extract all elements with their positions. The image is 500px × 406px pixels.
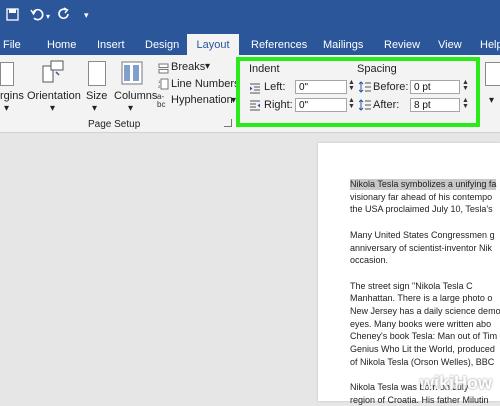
size-icon[interactable]	[88, 61, 106, 86]
spacing-before-icon	[358, 80, 371, 98]
tab-home[interactable]: Home	[47, 38, 76, 52]
document-line[interactable]: Manhattan. There is a large photo o	[350, 293, 492, 304]
tab-layout[interactable]: Layout	[187, 34, 239, 56]
spacing-after-icon	[358, 98, 371, 116]
undo-icon[interactable]	[30, 7, 44, 24]
document-line[interactable]: of Nikola Tesla (Orson Welles), BBC	[350, 357, 494, 368]
tab-view[interactable]: View	[438, 38, 462, 52]
tab-review[interactable]: Review	[384, 38, 420, 52]
breaks-button[interactable]: Breaks	[171, 61, 205, 74]
right-indent-icon	[249, 98, 261, 116]
document-line[interactable]: visionary far ahead of his contempo	[350, 192, 492, 203]
left-indent-input[interactable]: 0"	[295, 80, 347, 94]
right-indent-spinner-icon[interactable]: ▲ ▼	[348, 97, 355, 110]
breaks-dropdown-icon[interactable]: ▾	[205, 61, 210, 73]
hyphenation-icon: a-bc	[157, 92, 166, 109]
indent-header: Indent	[249, 63, 280, 75]
document-line[interactable]: New Jersey has a daily science demo	[350, 306, 500, 317]
spacing-header: Spacing	[357, 63, 397, 75]
undo-dropdown-icon[interactable]: ▾	[46, 9, 50, 24]
spacing-after-label: After:	[373, 99, 400, 111]
redo-icon[interactable]	[57, 7, 71, 24]
spacing-after-spinner-icon[interactable]: ▲ ▼	[462, 97, 469, 110]
document-line[interactable]: anniversary of scientist-inventor Nik	[350, 243, 492, 254]
size-button[interactable]: Size	[86, 90, 107, 103]
document-line[interactable]: Many United States Congressmen g	[350, 230, 495, 241]
columns-icon[interactable]	[121, 61, 143, 90]
document-line[interactable]: region of Croatia. His father Milutin	[350, 395, 489, 406]
orientation-button[interactable]: Orientation	[27, 90, 81, 103]
hyphenation-button[interactable]: Hyphenation	[171, 94, 233, 107]
margins-dropdown-icon[interactable]: ▾	[4, 103, 9, 115]
tab-references[interactable]: References	[251, 38, 307, 52]
margins-button[interactable]: rgins	[0, 90, 24, 103]
size-dropdown-icon[interactable]: ▾	[92, 103, 97, 115]
tab-insert[interactable]: Insert	[97, 38, 125, 52]
spacing-after-input[interactable]: 8 pt	[410, 98, 460, 112]
columns-button[interactable]: Columns	[114, 90, 157, 103]
document-line[interactable]: Nikola Tesla symbolizes a unifying fa	[350, 179, 497, 190]
tab-design[interactable]: Design	[145, 38, 179, 52]
line-numbers-button[interactable]: Line Numbers	[171, 78, 239, 91]
page-setup-group-label: Page Setup	[88, 119, 141, 130]
spacing-before-label: Before:	[373, 81, 409, 93]
document-line[interactable]: Genius Who Lit the World, produced	[350, 344, 495, 355]
orientation-icon[interactable]	[42, 60, 64, 89]
right-indent-input[interactable]: 0"	[295, 98, 347, 112]
document-line[interactable]: the USA proclaimed July 10, Tesla's	[350, 204, 493, 215]
spacing-before-input[interactable]: 0 pt	[410, 80, 460, 94]
position-icon[interactable]	[485, 62, 500, 86]
title-bar	[0, 0, 500, 33]
page-setup-launcher-icon[interactable]	[224, 119, 232, 127]
tab-mailings[interactable]: Mailings	[323, 38, 363, 52]
tab-file[interactable]: File	[3, 38, 21, 52]
right-indent-label: Right:	[264, 99, 293, 111]
left-indent-spinner-icon[interactable]: ▲ ▼	[348, 79, 355, 92]
document-line[interactable]: Cheney's book Tesla: Man out of Tim	[350, 331, 497, 342]
margins-icon[interactable]	[0, 62, 14, 86]
columns-dropdown-icon[interactable]: ▾	[128, 103, 133, 115]
watermark-logo: wikiHow	[420, 373, 493, 393]
position-dropdown-icon[interactable]: ▾	[489, 95, 494, 107]
document-line[interactable]: The street sign "Nikola Tesla C	[350, 281, 473, 292]
document-line[interactable]: occasion.	[350, 255, 388, 266]
customize-quick-access-icon[interactable]: ▾	[84, 8, 89, 23]
orientation-dropdown-icon[interactable]: ▾	[50, 103, 55, 115]
document-line[interactable]: eyes. Many books were written abo	[350, 319, 491, 330]
save-icon[interactable]	[6, 8, 19, 21]
spacing-before-spinner-icon[interactable]: ▲ ▼	[462, 79, 469, 92]
left-indent-label: Left:	[264, 81, 286, 93]
tab-help[interactable]: Help	[480, 38, 500, 52]
left-indent-icon	[249, 81, 261, 99]
